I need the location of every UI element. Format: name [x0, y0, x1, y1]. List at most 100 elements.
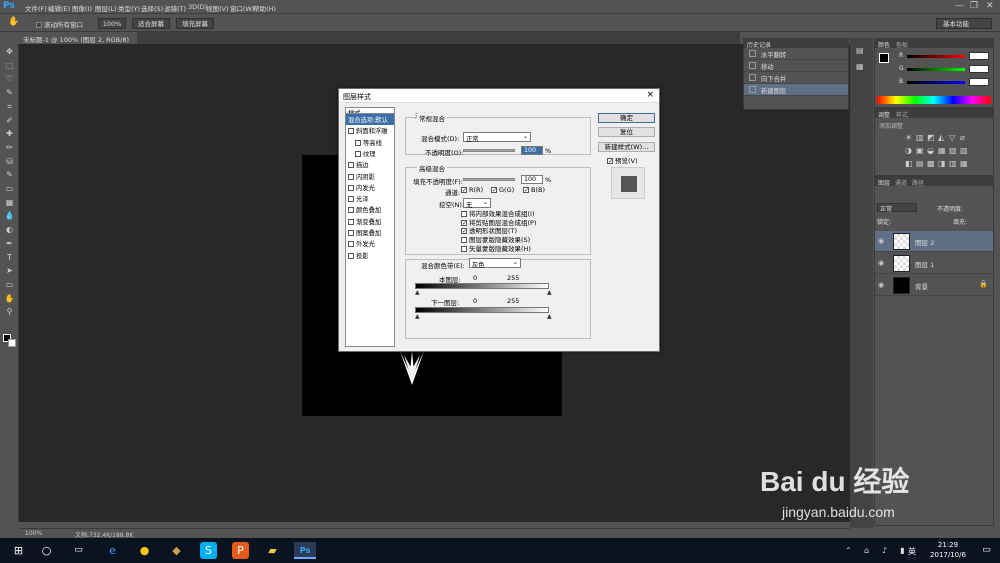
- foreground-color-swatch[interactable]: [879, 53, 889, 63]
- clock-date[interactable]: 2017/10/6: [922, 551, 974, 559]
- start-button-icon[interactable]: ⊞: [10, 542, 27, 559]
- tray-chevron-icon[interactable]: ⌃: [840, 542, 857, 559]
- menu-item-4[interactable]: 类型(Y): [118, 3, 140, 13]
- close-window-button[interactable]: ✕: [986, 1, 994, 11]
- presentation-app-icon[interactable]: P: [232, 542, 249, 559]
- adjustment-icon[interactable]: ◨: [938, 159, 946, 168]
- network-icon[interactable]: ⌂: [858, 542, 875, 559]
- b-value-field[interactable]: [969, 78, 989, 86]
- tab-layers[interactable]: 图层: [878, 180, 890, 187]
- adjustment-icon[interactable]: ◩: [927, 133, 935, 142]
- adjustment-icon[interactable]: ☀: [905, 133, 912, 142]
- style-checkbox[interactable]: [355, 139, 361, 146]
- r-value-field[interactable]: [969, 52, 989, 60]
- minimize-button[interactable]: —: [955, 1, 964, 11]
- path-select-tool-icon[interactable]: ➤: [4, 266, 15, 276]
- app-icon-yellow[interactable]: ●: [136, 542, 153, 559]
- style-item[interactable]: 外发光: [346, 238, 394, 249]
- channel-b-checkbox[interactable]: ✓ B(B): [523, 186, 545, 194]
- background-swatch[interactable]: [8, 339, 16, 347]
- adjustment-icon[interactable]: ▥: [916, 133, 924, 142]
- g-value-field[interactable]: [969, 65, 989, 73]
- zoom-tool-icon[interactable]: ⚲: [4, 307, 15, 317]
- gradient-tool-icon[interactable]: ▦: [4, 198, 15, 208]
- menu-item-1[interactable]: 编辑(E): [48, 3, 70, 13]
- maximize-button[interactable]: ❐: [970, 1, 978, 11]
- adjustment-icon[interactable]: ◒: [927, 146, 934, 155]
- blend-mode-select[interactable]: 正常: [877, 203, 917, 213]
- tab-channels[interactable]: 通道: [895, 180, 907, 187]
- style-checkbox[interactable]: [348, 241, 354, 248]
- style-checkbox[interactable]: [348, 230, 354, 236]
- eyedropper-tool-icon[interactable]: ✐: [4, 116, 15, 126]
- hand-tool-icon[interactable]: ✋: [8, 17, 19, 27]
- channel-g-checkbox[interactable]: ✓ G(G): [491, 186, 514, 194]
- blend-if-slider-handle[interactable]: ▲: [547, 313, 552, 320]
- preview-checkbox[interactable]: ✓ 预览(V): [607, 155, 638, 165]
- status-zoom[interactable]: 100%: [25, 530, 42, 537]
- menu-item-8[interactable]: 视图(V): [206, 3, 229, 13]
- knockout-select[interactable]: 无 ⌄: [463, 198, 491, 209]
- this-layer-gradient[interactable]: [415, 283, 549, 289]
- style-item[interactable]: 斜面和浮雕: [346, 125, 394, 136]
- visibility-eye-icon[interactable]: ◉: [878, 237, 884, 245]
- adjustment-icon[interactable]: ▩: [927, 159, 935, 168]
- dodge-tool-icon[interactable]: ◐: [4, 225, 15, 235]
- blend-if-select[interactable]: 灰色 ⌄: [469, 258, 521, 269]
- history-item[interactable]: 新建图层: [744, 84, 848, 96]
- hand-tool-icon[interactable]: ✋: [4, 294, 15, 304]
- fill-screen-button[interactable]: 填充屏幕: [176, 18, 214, 29]
- layer-name[interactable]: 图层 2: [915, 237, 934, 247]
- new-style-button[interactable]: 新建样式(W)...: [598, 142, 655, 152]
- style-item[interactable]: 混合选项:默认: [346, 114, 394, 125]
- blend-if-slider-handle[interactable]: ▲: [415, 289, 420, 296]
- layer-name[interactable]: 图层 1: [915, 259, 934, 269]
- underlying-layer-gradient[interactable]: [415, 307, 549, 313]
- adjustment-icon[interactable]: ▣: [916, 146, 924, 155]
- fit-screen-button[interactable]: 适合屏幕: [132, 18, 170, 29]
- menu-item-7[interactable]: 3D(D): [188, 3, 207, 11]
- properties-dock-icon[interactable]: ▦: [856, 62, 864, 71]
- style-item[interactable]: 图案叠加: [346, 227, 394, 238]
- edge-browser-icon[interactable]: e: [104, 542, 121, 559]
- stamp-tool-icon[interactable]: ⛁: [4, 157, 15, 167]
- task-view-icon[interactable]: ▭: [70, 542, 87, 559]
- tab-styles[interactable]: 样式: [896, 112, 908, 119]
- style-item[interactable]: 等高线: [346, 137, 394, 148]
- document-tab[interactable]: 未标题-1 @ 100% (图层 2, RGB/8) * ×: [19, 32, 137, 52]
- brush-tool-icon[interactable]: ✏: [4, 143, 15, 153]
- adjustment-icon[interactable]: ◑: [905, 146, 912, 155]
- style-checkbox[interactable]: [348, 207, 354, 214]
- ime-indicator[interactable]: 英: [908, 546, 916, 557]
- style-checkbox[interactable]: [348, 252, 354, 259]
- style-item[interactable]: 投影: [346, 250, 394, 261]
- layer-name[interactable]: 背景: [915, 281, 928, 291]
- volume-icon[interactable]: ♪: [876, 542, 893, 559]
- quick-select-tool-icon[interactable]: ✎: [4, 88, 15, 98]
- fill-opacity-slider[interactable]: [463, 178, 515, 181]
- zoom-100-button[interactable]: 100%: [98, 18, 126, 29]
- layer-row[interactable]: ◉ 背景 🔒: [875, 275, 993, 296]
- style-checkbox[interactable]: [348, 128, 354, 135]
- clock-time[interactable]: 21:29: [928, 541, 968, 549]
- shape-tool-icon[interactable]: ▭: [4, 280, 15, 290]
- channel-r-checkbox[interactable]: ✓ R(R): [461, 186, 483, 194]
- advanced-option-checkbox[interactable]: 矢量蒙版隐藏效果(H): [461, 243, 531, 253]
- b-slider[interactable]: [907, 81, 965, 84]
- tab-paths[interactable]: 路径: [912, 180, 924, 187]
- pen-tool-icon[interactable]: ✒: [4, 239, 15, 249]
- cortana-search-icon[interactable]: ○: [38, 542, 55, 559]
- g-slider[interactable]: [907, 68, 965, 71]
- menu-item-6[interactable]: 滤镜(T): [164, 3, 186, 13]
- dialog-close-icon[interactable]: ×: [646, 90, 654, 100]
- healing-tool-icon[interactable]: ✚: [4, 129, 15, 139]
- menu-item-0[interactable]: 文件(F): [25, 3, 47, 13]
- style-checkbox[interactable]: [355, 150, 361, 157]
- ok-button[interactable]: 确定: [598, 113, 655, 123]
- style-item[interactable]: 内阴影: [346, 171, 394, 182]
- style-checkbox[interactable]: [348, 196, 354, 203]
- style-item[interactable]: 光泽: [346, 193, 394, 204]
- blur-tool-icon[interactable]: 💧: [4, 211, 15, 221]
- adjustment-icon[interactable]: ▦: [960, 159, 968, 168]
- fill-opacity-input[interactable]: 100: [521, 175, 543, 184]
